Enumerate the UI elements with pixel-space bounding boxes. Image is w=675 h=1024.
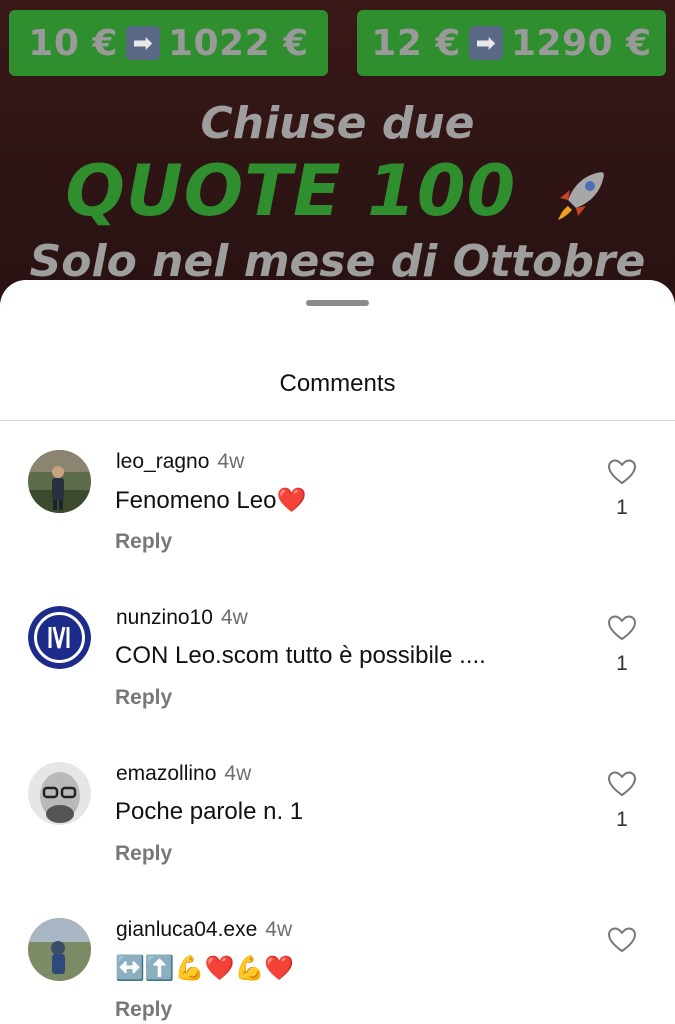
comment-meta: gianluca04.exe 4w [116, 918, 292, 942]
comment-text: ↔️⬆️💪❤️💪❤️ [115, 955, 295, 982]
pill-right-to: 1290 € [510, 22, 652, 64]
comment-time: 4w [224, 762, 252, 785]
pill-right-from: 12 € [371, 22, 461, 64]
comment-text: Fenomeno Leo❤️ [115, 487, 307, 514]
comment-item: emazollino 4w Poche parole n. 1 Reply 1 [0, 762, 675, 912]
heart-icon[interactable] [606, 768, 638, 800]
comment-username[interactable]: gianluca04.exe [116, 918, 257, 941]
reply-button[interactable]: Reply [115, 530, 172, 554]
heart-icon[interactable] [606, 456, 638, 488]
like-count: 1 [616, 808, 628, 831]
heart-icon[interactable] [606, 612, 638, 644]
comment-time: 4w [265, 918, 293, 941]
avatar[interactable] [28, 918, 91, 981]
promo-line-2: QUOTE 100 [0, 150, 675, 232]
pill-left-to: 1022 € [167, 22, 309, 64]
sheet-drag-handle[interactable] [306, 300, 369, 306]
avatar[interactable] [28, 450, 91, 513]
comment-username[interactable]: emazollino [116, 762, 216, 785]
promo-line-2-text: QUOTE 100 [65, 150, 517, 232]
reply-button[interactable]: Reply [115, 842, 172, 866]
avatar[interactable] [28, 762, 91, 825]
comment-text: CON Leo.scom tutto è possibile .... [115, 642, 486, 669]
comment-meta: nunzino10 4w [116, 606, 248, 630]
promo-pill-right: 12 € ➡ 1290 € [357, 10, 666, 76]
comment-username[interactable]: nunzino10 [116, 606, 213, 629]
comment-item: gianluca04.exe 4w ↔️⬆️💪❤️💪❤️ Reply [0, 918, 675, 1024]
rocket-icon [557, 171, 604, 220]
comment-item: leo_ragno 4w Fenomeno Leo❤️ Reply 1 [0, 450, 675, 600]
like-count: 1 [616, 652, 628, 675]
comment-time: 4w [220, 606, 248, 629]
comment-item: nunzino10 4w CON Leo.scom tutto è possibi… [0, 606, 675, 756]
sheet-title: Comments [279, 370, 396, 397]
comment-username[interactable]: leo_ragno [116, 450, 209, 473]
reply-button[interactable]: Reply [115, 998, 172, 1022]
divider [0, 420, 675, 421]
heart-icon[interactable] [606, 924, 638, 956]
arrow-right-icon: ➡ [468, 26, 503, 60]
comment-text: Poche parole n. 1 [115, 798, 304, 825]
promo-background: 10 € ➡ 1022 € 12 € ➡ 1290 € Chiuse due Q… [0, 0, 675, 300]
pill-left-from: 10 € [28, 22, 118, 64]
comment-time: 4w [217, 450, 245, 473]
comments-sheet: Comments leo_ragno 4w Fenomeno Leo❤️ Repl… [0, 280, 675, 1024]
avatar[interactable] [28, 606, 91, 669]
reply-button[interactable]: Reply [115, 686, 172, 710]
arrow-right-icon: ➡ [125, 26, 160, 60]
promo-pill-left: 10 € ➡ 1022 € [9, 10, 328, 76]
like-count: 1 [616, 496, 628, 519]
comment-meta: emazollino 4w [116, 762, 251, 786]
comment-meta: leo_ragno 4w [116, 450, 244, 474]
promo-line-1: Chiuse due [200, 98, 475, 149]
